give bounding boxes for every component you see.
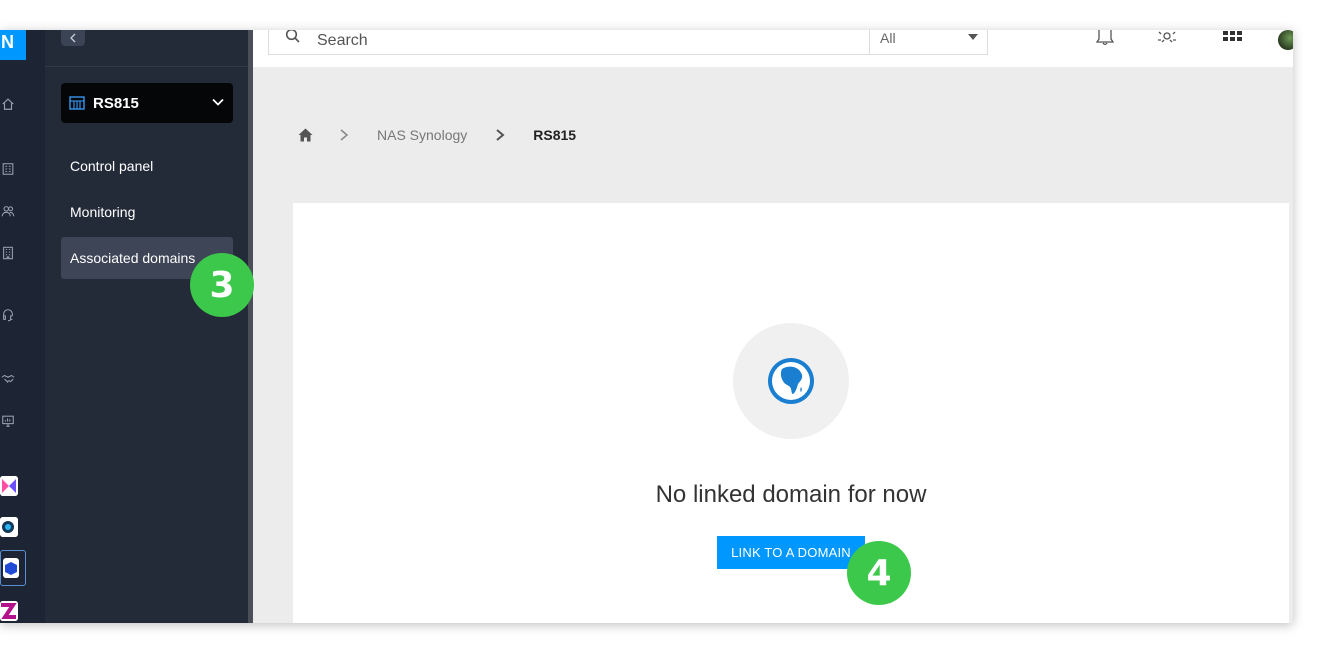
home-icon[interactable] <box>0 96 16 112</box>
icon-rail: N <box>0 30 45 623</box>
main-card: No linked domain for now LINK TO A DOMAI… <box>293 203 1289 623</box>
globe-africa-icon <box>768 358 814 404</box>
monitor-icon[interactable] <box>0 413 16 429</box>
sidebar-item-control-panel[interactable]: Control panel <box>61 145 233 187</box>
apps-grid-icon[interactable] <box>1222 30 1242 48</box>
support-icon[interactable] <box>0 307 16 323</box>
empty-state-message: No linked domain for now <box>655 481 927 508</box>
sidebar-scrollbar[interactable] <box>248 30 253 623</box>
breadcrumb-item[interactable]: NAS Synology <box>377 127 467 143</box>
empty-state-illustration <box>733 323 849 439</box>
sidebar-item-label: Associated domains <box>70 250 196 266</box>
brand-logo[interactable]: N <box>0 30 26 60</box>
sidebar-divider <box>45 66 248 67</box>
server-icon <box>69 96 85 110</box>
kdrive-app-icon[interactable] <box>0 517 18 537</box>
chevron-left-icon <box>70 33 76 43</box>
sidebar-item-label: Control panel <box>70 158 154 174</box>
app-window: N RS815 Control panel Monitoring Associa… <box>0 30 1293 623</box>
device-name: RS815 <box>93 94 139 112</box>
search-scope-value: All <box>880 30 896 46</box>
swiss-backup-app-icon[interactable] <box>0 601 18 621</box>
handshake-icon[interactable] <box>0 371 16 387</box>
users-icon[interactable] <box>0 203 16 219</box>
chevron-right-icon <box>340 129 349 141</box>
chevron-down-icon <box>212 98 224 106</box>
step-badge-4: 4 <box>847 541 911 605</box>
search-box: All <box>268 30 988 55</box>
chevron-right-icon <box>496 129 505 141</box>
step-badge-3: 3 <box>190 253 254 317</box>
secondary-sidebar: RS815 Control panel Monitoring Associate… <box>45 30 248 623</box>
dashboard-icon[interactable] <box>0 161 16 177</box>
avatar[interactable] <box>1278 30 1293 50</box>
sidebar-item-monitoring[interactable]: Monitoring <box>61 191 233 233</box>
kmeet-app-icon[interactable] <box>0 476 18 496</box>
search-input[interactable] <box>317 30 857 52</box>
building-icon[interactable] <box>0 245 16 261</box>
bell-icon[interactable] <box>1095 30 1115 48</box>
sidebar-item-label: Monitoring <box>70 204 136 220</box>
collapse-sidebar-button[interactable] <box>61 30 85 46</box>
breadcrumb-current: RS815 <box>533 127 577 143</box>
active-app-icon[interactable] <box>0 550 26 586</box>
brand-letter: N <box>1 32 14 52</box>
home-icon[interactable] <box>298 128 313 142</box>
settings-icon[interactable] <box>1157 30 1177 48</box>
caret-down-icon <box>968 34 978 40</box>
search-scope-select[interactable]: All <box>869 30 988 54</box>
search-icon <box>285 30 300 43</box>
breadcrumb: NAS Synology RS815 <box>298 126 604 144</box>
top-bar: All <box>253 30 1293 67</box>
link-to-domain-button[interactable]: LINK TO A DOMAIN <box>717 536 865 569</box>
device-select[interactable]: RS815 <box>61 83 233 123</box>
